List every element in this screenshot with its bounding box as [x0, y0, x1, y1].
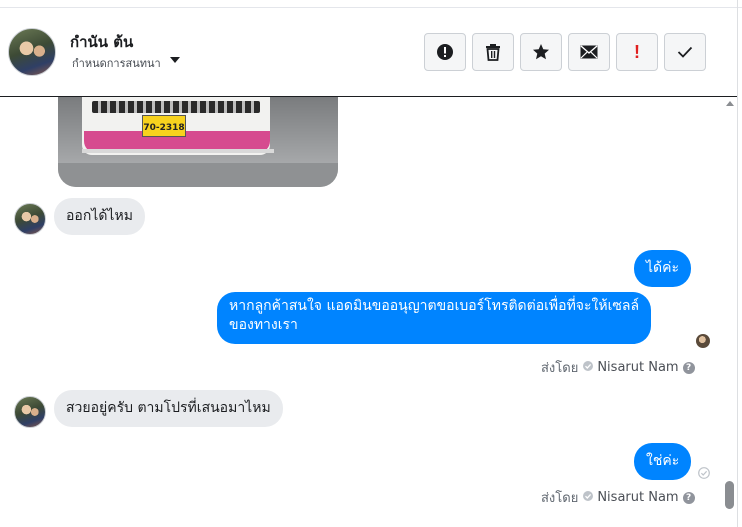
scrollbar-thumb[interactable] — [725, 481, 734, 509]
scrollbar[interactable] — [724, 97, 737, 527]
outgoing-message: ได้ค่ะ — [634, 250, 692, 287]
help-icon[interactable]: ? — [682, 491, 695, 504]
trash-icon — [485, 43, 501, 61]
photo-ground — [58, 163, 338, 187]
delete-button[interactable] — [472, 33, 514, 71]
truck-bar — [82, 149, 274, 153]
outgoing-message: หากลูกค้าสนใจ แอดมินขออนุญาตขอเบอร์โทรติ… — [217, 292, 652, 344]
scroll-up-arrow-icon[interactable] — [726, 101, 734, 106]
agent-name[interactable]: Nisarut Nam — [597, 490, 678, 505]
star-button[interactable] — [520, 33, 562, 71]
sent-by-prefix: ส่งโดย — [541, 491, 579, 506]
chevron-down-icon[interactable] — [170, 57, 180, 63]
mark-unread-button[interactable] — [568, 33, 610, 71]
sent-by-prefix: ส่งโดย — [541, 361, 579, 376]
outgoing-message: ใช่ค่ะ — [634, 443, 692, 480]
sent-by-label: ส่งโดย Nisarut Nam ? — [541, 357, 695, 378]
verified-check-icon — [583, 360, 594, 375]
important-button[interactable]: ! — [616, 33, 658, 71]
seen-avatar — [696, 334, 710, 348]
sent-by-label: ส่งโดย Nisarut Nam ? — [541, 487, 695, 508]
checkmark-icon — [677, 46, 693, 58]
sender-avatar[interactable] — [14, 396, 46, 428]
message-line: ของทางเรา — [229, 317, 298, 333]
agent-name[interactable]: Nisarut Nam — [597, 360, 678, 375]
contact-avatar[interactable] — [8, 28, 56, 76]
inbox-conversation-window: กำนัน ต้น กำหนดการสนทนา ! 70-2318 ออกได้… — [0, 0, 742, 527]
license-plate: 70-2318 — [142, 115, 186, 137]
incoming-message: สวยอยู่ครับ ตามโปรที่เสนอมาไหม — [54, 390, 283, 427]
help-icon[interactable]: ? — [682, 361, 695, 374]
important-icon: ! — [634, 41, 640, 62]
delivered-icon — [698, 464, 710, 479]
sender-avatar[interactable] — [14, 203, 46, 235]
mark-done-button[interactable] — [664, 33, 706, 71]
truck-grille — [92, 101, 260, 113]
spam-icon — [436, 43, 454, 61]
mark-spam-button[interactable] — [424, 33, 466, 71]
conversation-schedule-label[interactable]: กำหนดการสนทนา — [72, 54, 161, 72]
verified-check-icon — [583, 490, 594, 505]
contact-name[interactable]: กำนัน ต้น — [70, 30, 133, 54]
panel-border — [737, 0, 738, 527]
top-divider — [0, 7, 742, 8]
attachment-photo[interactable]: 70-2318 — [58, 97, 338, 187]
message-line: หากลูกค้าสนใจ แอดมินขออนุญาตขอเบอร์โทรติ… — [229, 298, 640, 314]
star-icon — [532, 43, 550, 61]
incoming-message: ออกได้ไหม — [54, 198, 145, 235]
envelope-icon — [580, 45, 598, 59]
